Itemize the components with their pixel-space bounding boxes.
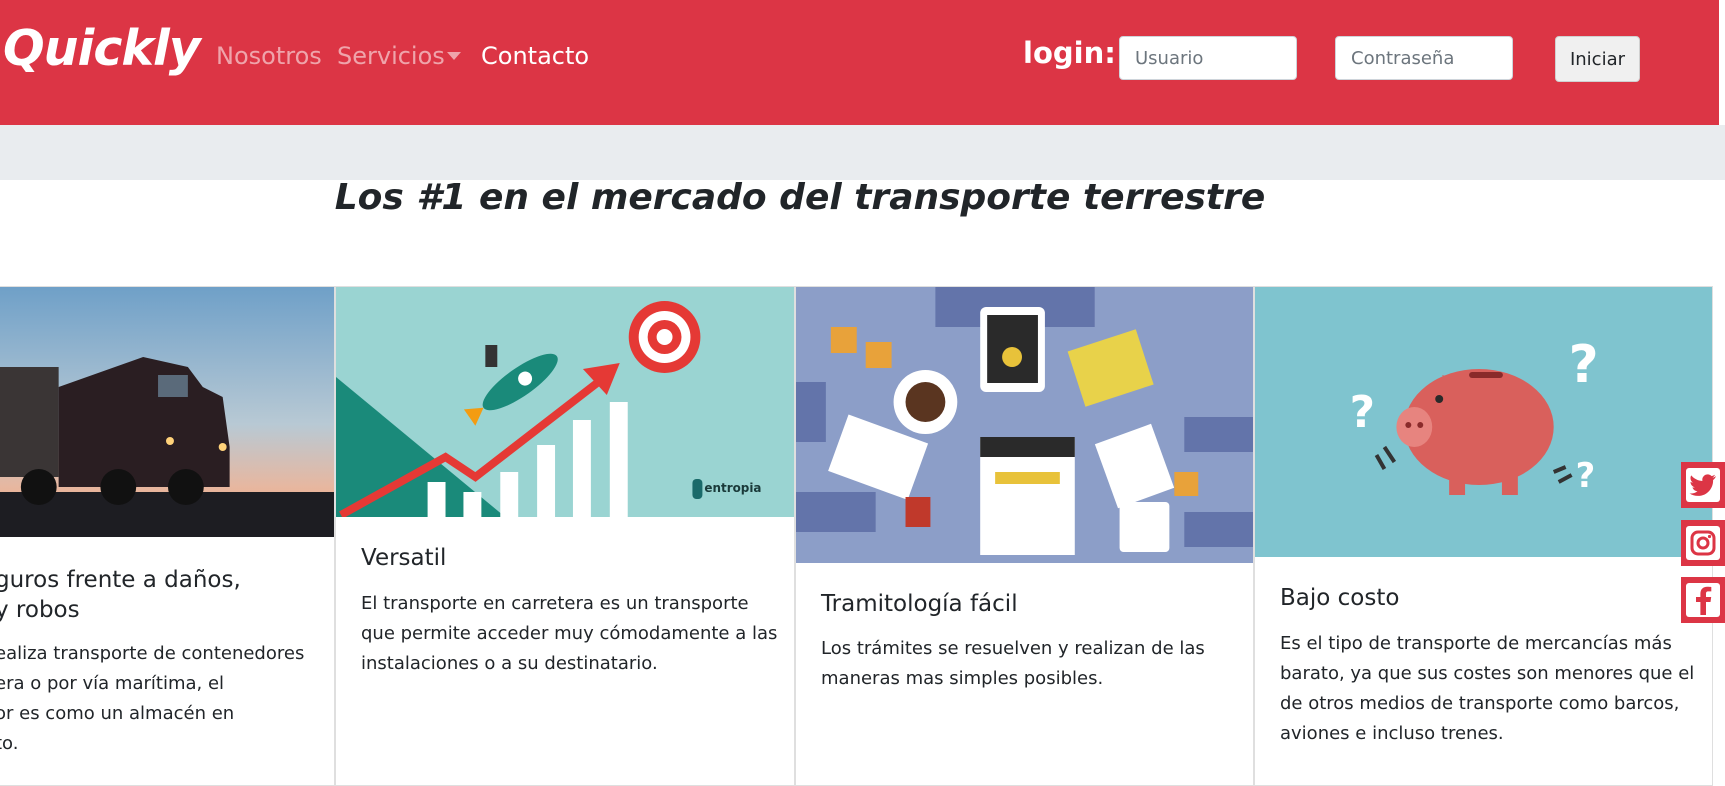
page-headline: Los #1 en el mercado del transporte terr… — [334, 177, 1266, 218]
svg-text:?: ? — [1576, 456, 1596, 495]
chevron-down-icon[interactable] — [447, 52, 461, 60]
nav-link-nosotros[interactable]: Nosotros — [216, 42, 322, 70]
rocket-growth-image: entropia — [336, 287, 794, 517]
brand-logo[interactable]: Quickly — [3, 20, 201, 77]
jumbotron-band — [0, 125, 1719, 180]
facebook-button[interactable] — [1681, 577, 1725, 623]
svg-text:?: ? — [1569, 335, 1599, 395]
card-title: Tramitología fácil — [821, 591, 1018, 617]
truck-sunset-image — [0, 287, 334, 537]
password-input[interactable] — [1335, 36, 1513, 80]
login-label: login: — [1023, 36, 1116, 70]
card-text: ealiza transporte de contenedores era o … — [0, 643, 305, 754]
desk-paperwork-image — [796, 287, 1253, 563]
twitter-button[interactable] — [1681, 462, 1725, 508]
card-title: Versatil — [361, 545, 447, 571]
card-text: Es el tipo de transporte de mercancías m… — [1280, 633, 1695, 744]
navbar: Quickly Nosotros Servicios Contacto logi… — [0, 0, 1719, 125]
nav-link-contacto[interactable]: Contacto — [481, 42, 589, 70]
card-title: guros frente a daños, y robos — [0, 567, 241, 623]
card-seguros: guros frente a daños, y robos ealiza tra… — [0, 286, 335, 786]
svg-text:?: ? — [1350, 387, 1375, 438]
entropia-watermark: entropia — [704, 481, 761, 495]
instagram-icon — [1686, 526, 1720, 560]
jumbotron-band-edge — [1719, 125, 1725, 180]
card-bajo-costo: ? ? ? Bajo costo Es el tipo de transport… — [1254, 286, 1713, 786]
instagram-button[interactable] — [1681, 520, 1725, 566]
card-title: Bajo costo — [1280, 585, 1400, 611]
username-input[interactable] — [1119, 36, 1297, 80]
card-text: El transporte en carretera es un transpo… — [361, 593, 778, 674]
nav-link-servicios[interactable]: Servicios — [337, 42, 445, 70]
piggy-bank-image: ? ? ? — [1255, 287, 1712, 557]
login-submit-button[interactable]: Iniciar — [1555, 36, 1640, 82]
card-tramitologia: Tramitología fácil Los trámites se resue… — [795, 286, 1254, 786]
twitter-icon — [1686, 468, 1720, 502]
card-text: Los trámites se resuelven y realizan de … — [821, 638, 1205, 689]
card-versatil: entropia Versatil El transporte en carre… — [335, 286, 795, 786]
facebook-icon — [1686, 583, 1720, 617]
